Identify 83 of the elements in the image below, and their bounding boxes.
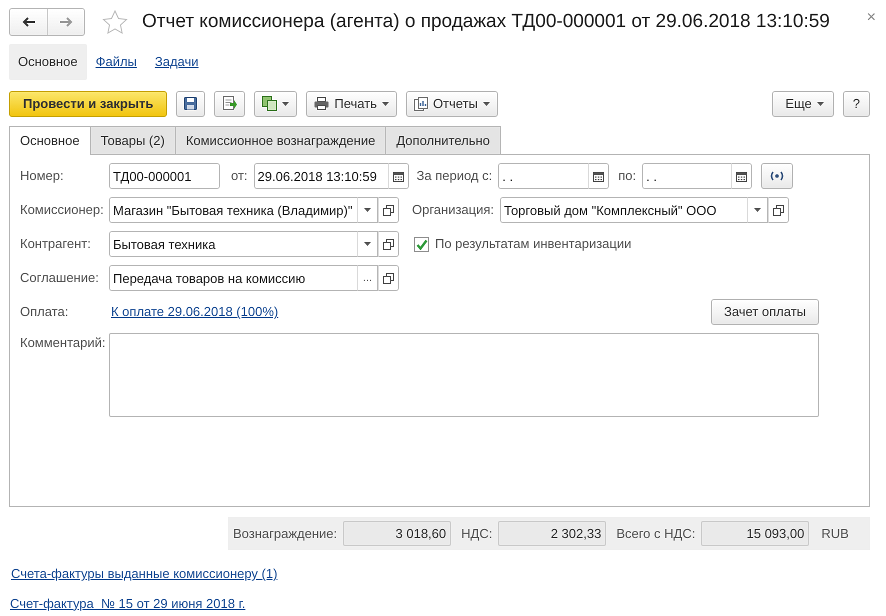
total-field[interactable]: 2 302,33 xyxy=(498,521,606,546)
dropdown-button[interactable] xyxy=(357,231,378,257)
open-button[interactable] xyxy=(378,197,399,223)
calendar-icon xyxy=(736,170,748,182)
date-field[interactable]: 29.06.2018 13:10:59 xyxy=(254,163,388,189)
offset-payment-button[interactable]: Зачет оплаты xyxy=(710,299,819,325)
calendar-icon xyxy=(392,170,404,182)
comment-field[interactable] xyxy=(109,333,819,417)
post-button[interactable] xyxy=(214,90,246,116)
checkbox[interactable] xyxy=(414,236,429,252)
print-button[interactable]: Печать xyxy=(306,90,397,116)
dropdown-icon xyxy=(364,208,371,212)
payment-link[interactable]: К оплате 29.06.2018 (100%) xyxy=(111,302,278,322)
section-link[interactable]: Задачи xyxy=(146,44,208,80)
field-label: Комиссионер: xyxy=(20,201,105,220)
calendar-button[interactable] xyxy=(588,163,610,189)
checkmark-icon xyxy=(416,238,428,250)
open-button[interactable] xyxy=(378,231,399,257)
total-field[interactable]: 15 093,00 xyxy=(701,521,810,546)
reports-button[interactable]: Отчеты xyxy=(406,90,498,116)
open-icon xyxy=(383,272,394,284)
period-settings-button[interactable] xyxy=(761,163,794,189)
field-label: Номер: xyxy=(20,167,65,186)
section-link[interactable]: Основное xyxy=(9,44,87,80)
dropdown-icon xyxy=(364,242,371,246)
counterparty-field[interactable]: Бытовая техника xyxy=(109,231,357,257)
document-link[interactable]: Счет-фактура № 15 от 29 июня 2018 г. xyxy=(10,594,246,613)
number-field[interactable]: ТД00-000001 xyxy=(109,163,220,189)
open-button[interactable] xyxy=(768,197,790,223)
create-based-on-button[interactable] xyxy=(254,90,298,116)
agreement-field[interactable]: Передача товаров на комиссию xyxy=(109,265,357,291)
period-start-field[interactable]: . . xyxy=(498,163,588,189)
select-button[interactable]: ... xyxy=(357,265,378,291)
caret-icon xyxy=(282,102,290,106)
open-icon xyxy=(383,238,394,250)
field-label: от: xyxy=(231,167,248,186)
total-label: НДС: xyxy=(461,524,492,543)
open-icon xyxy=(773,204,784,216)
field-label: Оплата: xyxy=(20,303,70,322)
signal-icon xyxy=(769,171,786,181)
tab[interactable]: Основное xyxy=(9,126,91,155)
commissioner-field[interactable]: Магазин "Бытовая техника (Владимир)" xyxy=(109,197,357,223)
help-button[interactable]: ? xyxy=(842,90,870,116)
tab[interactable]: Дополнительно xyxy=(385,126,501,154)
printer-icon xyxy=(314,97,330,110)
field-label: За период с: xyxy=(416,167,492,186)
dropdown-button[interactable] xyxy=(747,197,768,223)
save-button[interactable] xyxy=(176,90,206,116)
checkbox-label: По результатам инвентаризации xyxy=(435,235,632,254)
period-end-field[interactable]: . . xyxy=(642,163,732,189)
forward-arrow-icon xyxy=(59,17,73,27)
tab[interactable]: Комиссионное вознаграждение xyxy=(174,126,386,154)
open-button[interactable] xyxy=(378,265,399,291)
star-icon[interactable] xyxy=(102,10,128,34)
currency-label: RUB xyxy=(821,524,849,543)
field-label: по: xyxy=(618,167,636,186)
window-title: Отчет комиссионера (агента) о продажах ТД00-000001 от 29.06.2018 13:10:59 xyxy=(142,10,830,34)
calendar-icon xyxy=(593,170,604,182)
back-arrow-icon xyxy=(22,17,36,27)
field-label: Контрагент: xyxy=(20,235,92,254)
calendar-button[interactable] xyxy=(731,163,752,189)
total-label: Вознаграждение: xyxy=(233,524,338,543)
documents-icon xyxy=(262,96,278,111)
close-button[interactable]: × xyxy=(866,6,876,30)
field-label: Организация: xyxy=(412,201,494,220)
tab[interactable]: Товары (2) xyxy=(90,126,176,154)
organization-field[interactable]: Торговый дом "Комплексный" ООО xyxy=(500,197,748,223)
field-label: Соглашение: xyxy=(20,269,100,288)
caret-icon xyxy=(382,102,389,106)
open-icon xyxy=(383,204,394,216)
document-link[interactable]: Счета-фактуры выданные комиссионеру (1) xyxy=(11,564,278,584)
section-link[interactable]: Файлы xyxy=(86,44,146,80)
dropdown-button[interactable] xyxy=(357,197,378,223)
dropdown-icon xyxy=(754,208,762,212)
total-label: Всего с НДС: xyxy=(616,524,696,543)
report-icon xyxy=(414,96,428,110)
calendar-button[interactable] xyxy=(388,163,409,189)
more-button[interactable]: Еще xyxy=(772,90,834,116)
caret-icon xyxy=(482,102,490,106)
field-label: Комментарий: xyxy=(20,334,106,352)
total-field[interactable]: 3 018,60 xyxy=(343,521,452,546)
caret-icon xyxy=(816,102,824,106)
post-and-close-button[interactable]: Провести и закрыть xyxy=(9,90,168,116)
